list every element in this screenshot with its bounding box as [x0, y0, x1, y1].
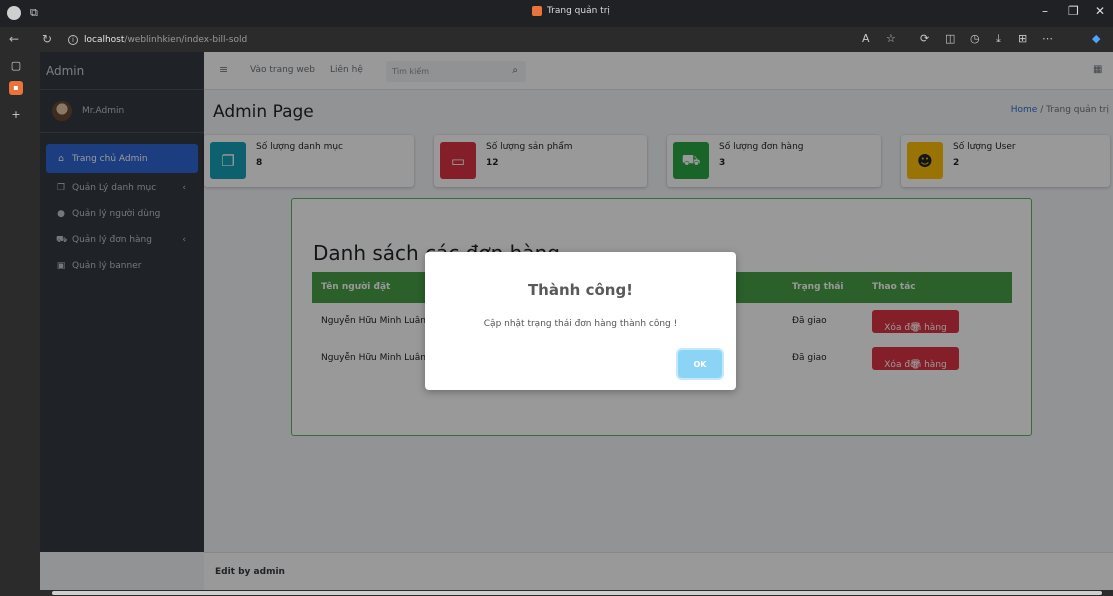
- copilot-icon[interactable]: ◆: [1092, 32, 1100, 45]
- active-tab-icon[interactable]: ▪: [9, 81, 23, 95]
- restore-icon[interactable]: ❐: [1068, 4, 1079, 18]
- split-screen-icon[interactable]: ◫: [945, 32, 955, 45]
- refresh-icon[interactable]: ↻: [42, 32, 52, 46]
- download-icon[interactable]: ⤓: [996, 32, 1001, 46]
- back-icon[interactable]: ←: [9, 32, 19, 46]
- collections-icon[interactable]: ⊞: [1018, 32, 1027, 45]
- vertical-tab-strip: ▢ ▪ +: [0, 52, 40, 596]
- close-window-icon[interactable]: ✕: [1095, 4, 1105, 18]
- url-field[interactable]: i localhost/weblinhkien/index-bill-sold: [68, 32, 848, 47]
- address-bar: ← ↻ i localhost/weblinhkien/index-bill-s…: [0, 27, 1113, 52]
- tab-title: Trang quản trị: [532, 6, 610, 16]
- new-tab-icon[interactable]: +: [9, 108, 23, 122]
- ok-button[interactable]: OK: [678, 350, 722, 378]
- success-dialog: Thành công! Cập nhật trạng thái đơn hàng…: [425, 252, 736, 390]
- site-info-icon[interactable]: i: [68, 34, 78, 45]
- favicon-icon: [532, 6, 542, 16]
- profile-icon[interactable]: [7, 6, 21, 20]
- dialog-title: Thành công!: [527, 281, 634, 299]
- more-icon[interactable]: ⋯: [1042, 32, 1053, 45]
- read-aloud-icon[interactable]: A: [862, 32, 870, 45]
- extension-icon[interactable]: ⟳: [920, 32, 929, 45]
- dialog-message: Cập nhật trạng thái đơn hàng thành công …: [483, 319, 678, 329]
- favorite-icon[interactable]: ☆: [886, 32, 896, 45]
- minimize-icon[interactable]: –: [1042, 4, 1048, 18]
- tab-panel-icon[interactable]: ▢: [9, 59, 23, 73]
- history-icon[interactable]: ◷: [970, 32, 980, 45]
- horizontal-scrollbar[interactable]: [40, 590, 1113, 596]
- scrollbar-thumb[interactable]: [52, 591, 1102, 595]
- browser-titlebar: ⧉ Trang quản trị – ❐ ✕: [0, 0, 1113, 27]
- tab-actions-icon[interactable]: ⧉: [30, 6, 38, 20]
